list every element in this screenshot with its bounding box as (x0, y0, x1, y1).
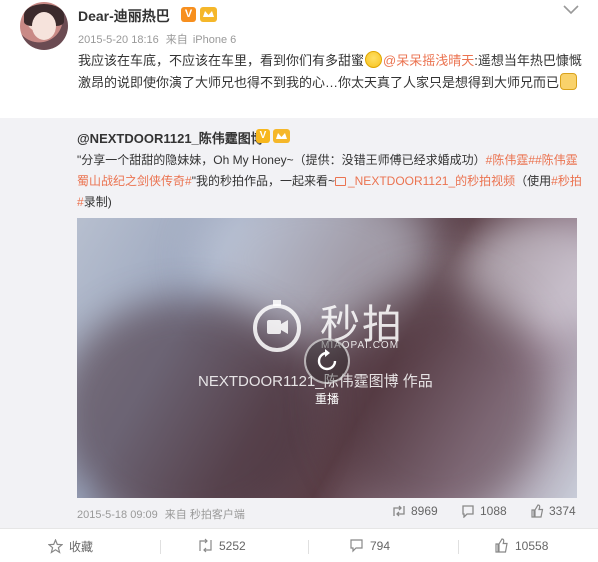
repost-icon (199, 538, 212, 553)
weibo-post: Dear-迪丽热巴 V 2015-5-20 18:16 来自 iPhone 6 … (0, 0, 598, 562)
video-link[interactable]: _NEXTDOOR1121_的秒拍视频 (334, 174, 515, 188)
verified-badge[interactable]: V (181, 7, 196, 22)
post-time[interactable]: 2015-5-20 18:16 (78, 34, 159, 46)
replay-label[interactable]: 重播 (315, 390, 339, 407)
like-button[interactable]: 10558 (494, 538, 548, 553)
quoted-username[interactable]: @NEXTDOOR1121_陈伟霆图博 (77, 128, 264, 147)
quoted-from-label: 来自 (164, 509, 187, 521)
like-count: 10558 (515, 539, 549, 553)
star-icon (48, 539, 63, 554)
quoted-client[interactable]: 秒拍客户端 (190, 509, 245, 521)
cat-emoji-icon (560, 73, 578, 90)
post-meta: 2015-5-20 18:16 来自 iPhone 6 (78, 31, 236, 47)
comment-button[interactable]: 794 (349, 538, 390, 553)
comment-icon (350, 539, 363, 553)
quoted-repost-button[interactable]: 8969 (392, 504, 438, 518)
action-separator (458, 540, 459, 554)
replay-icon (317, 349, 337, 371)
quoted-repost-count: 8969 (411, 504, 438, 518)
post-username[interactable]: Dear-迪丽热巴 (78, 6, 170, 26)
quoted-text-part: （使用 (515, 174, 552, 188)
comment-icon (462, 505, 474, 518)
divider (0, 528, 598, 529)
quoted-text-part: "我的秒拍作品，一起来看~ (191, 174, 335, 188)
quoted-text-part: 录制) (83, 195, 112, 209)
quoted-meta: 2015-5-18 09:09 来自 秒拍客户端 (77, 506, 245, 522)
chevron-down-icon[interactable] (562, 4, 580, 16)
quoted-like-button[interactable]: 3374 (530, 504, 576, 518)
mention-link[interactable]: @呆呆摇浅晴天 (383, 53, 474, 68)
favorite-label: 收藏 (69, 540, 94, 554)
video-link-text[interactable]: _NEXTDOOR1121_的秒拍视频 (348, 174, 515, 188)
post-from-label: 来自 (165, 34, 188, 46)
avatar-face (32, 12, 56, 40)
quoted-comment-count: 1088 (480, 504, 507, 518)
repost-button[interactable]: 5252 (198, 538, 246, 553)
action-separator (160, 540, 161, 554)
repost-icon (393, 505, 405, 517)
quoted-verified-badge[interactable]: V (256, 129, 270, 143)
action-separator (308, 540, 309, 554)
action-bar: 收藏 5252 794 10558 (0, 538, 598, 560)
smile-emoji-icon (365, 51, 383, 68)
post-device[interactable]: iPhone 6 (193, 34, 236, 46)
replay-button[interactable] (304, 338, 350, 384)
thumbs-up-icon (495, 538, 508, 553)
member-badge-icon[interactable] (200, 7, 217, 22)
quoted-like-count: 3374 (549, 504, 576, 518)
quoted-text-part: "分享一个甜甜的隐妹妹，Oh My Honey~（提供：没错王师傅已经求婚成功） (77, 153, 486, 167)
post-text-part: 我应该在车底，不应该在车里，看到你们有多甜蜜 (78, 53, 365, 68)
video-link-icon (334, 177, 346, 186)
quoted-post: @NEXTDOOR1121_陈伟霆图博 V "分享一个甜甜的隐妹妹，Oh My … (0, 118, 598, 528)
hashtag-link[interactable]: #陈伟霆# (486, 153, 535, 167)
avatar[interactable] (20, 2, 68, 50)
quoted-text: "分享一个甜甜的隐妹妹，Oh My Honey~（提供：没错王师傅已经求婚成功）… (77, 150, 582, 213)
comment-count: 794 (370, 539, 391, 553)
repost-count: 5252 (219, 539, 246, 553)
video-player[interactable]: 秒拍 MIAOPAI.COM NEXTDOOR1121_陈伟霆图博 作品 重播 (77, 218, 577, 498)
quoted-member-badge-icon[interactable] (273, 129, 290, 143)
miaopai-logo-icon (253, 300, 301, 352)
quoted-time[interactable]: 2015-5-18 09:09 (77, 509, 158, 521)
favorite-button[interactable]: 收藏 (48, 538, 93, 555)
thumbs-up-icon (531, 504, 544, 518)
quoted-comment-button[interactable]: 1088 (461, 504, 507, 518)
post-text: 我应该在车底，不应该在车里，看到你们有多甜蜜 @呆呆摇浅晴天:遥想当年热巴慷慨激昂… (78, 50, 583, 94)
